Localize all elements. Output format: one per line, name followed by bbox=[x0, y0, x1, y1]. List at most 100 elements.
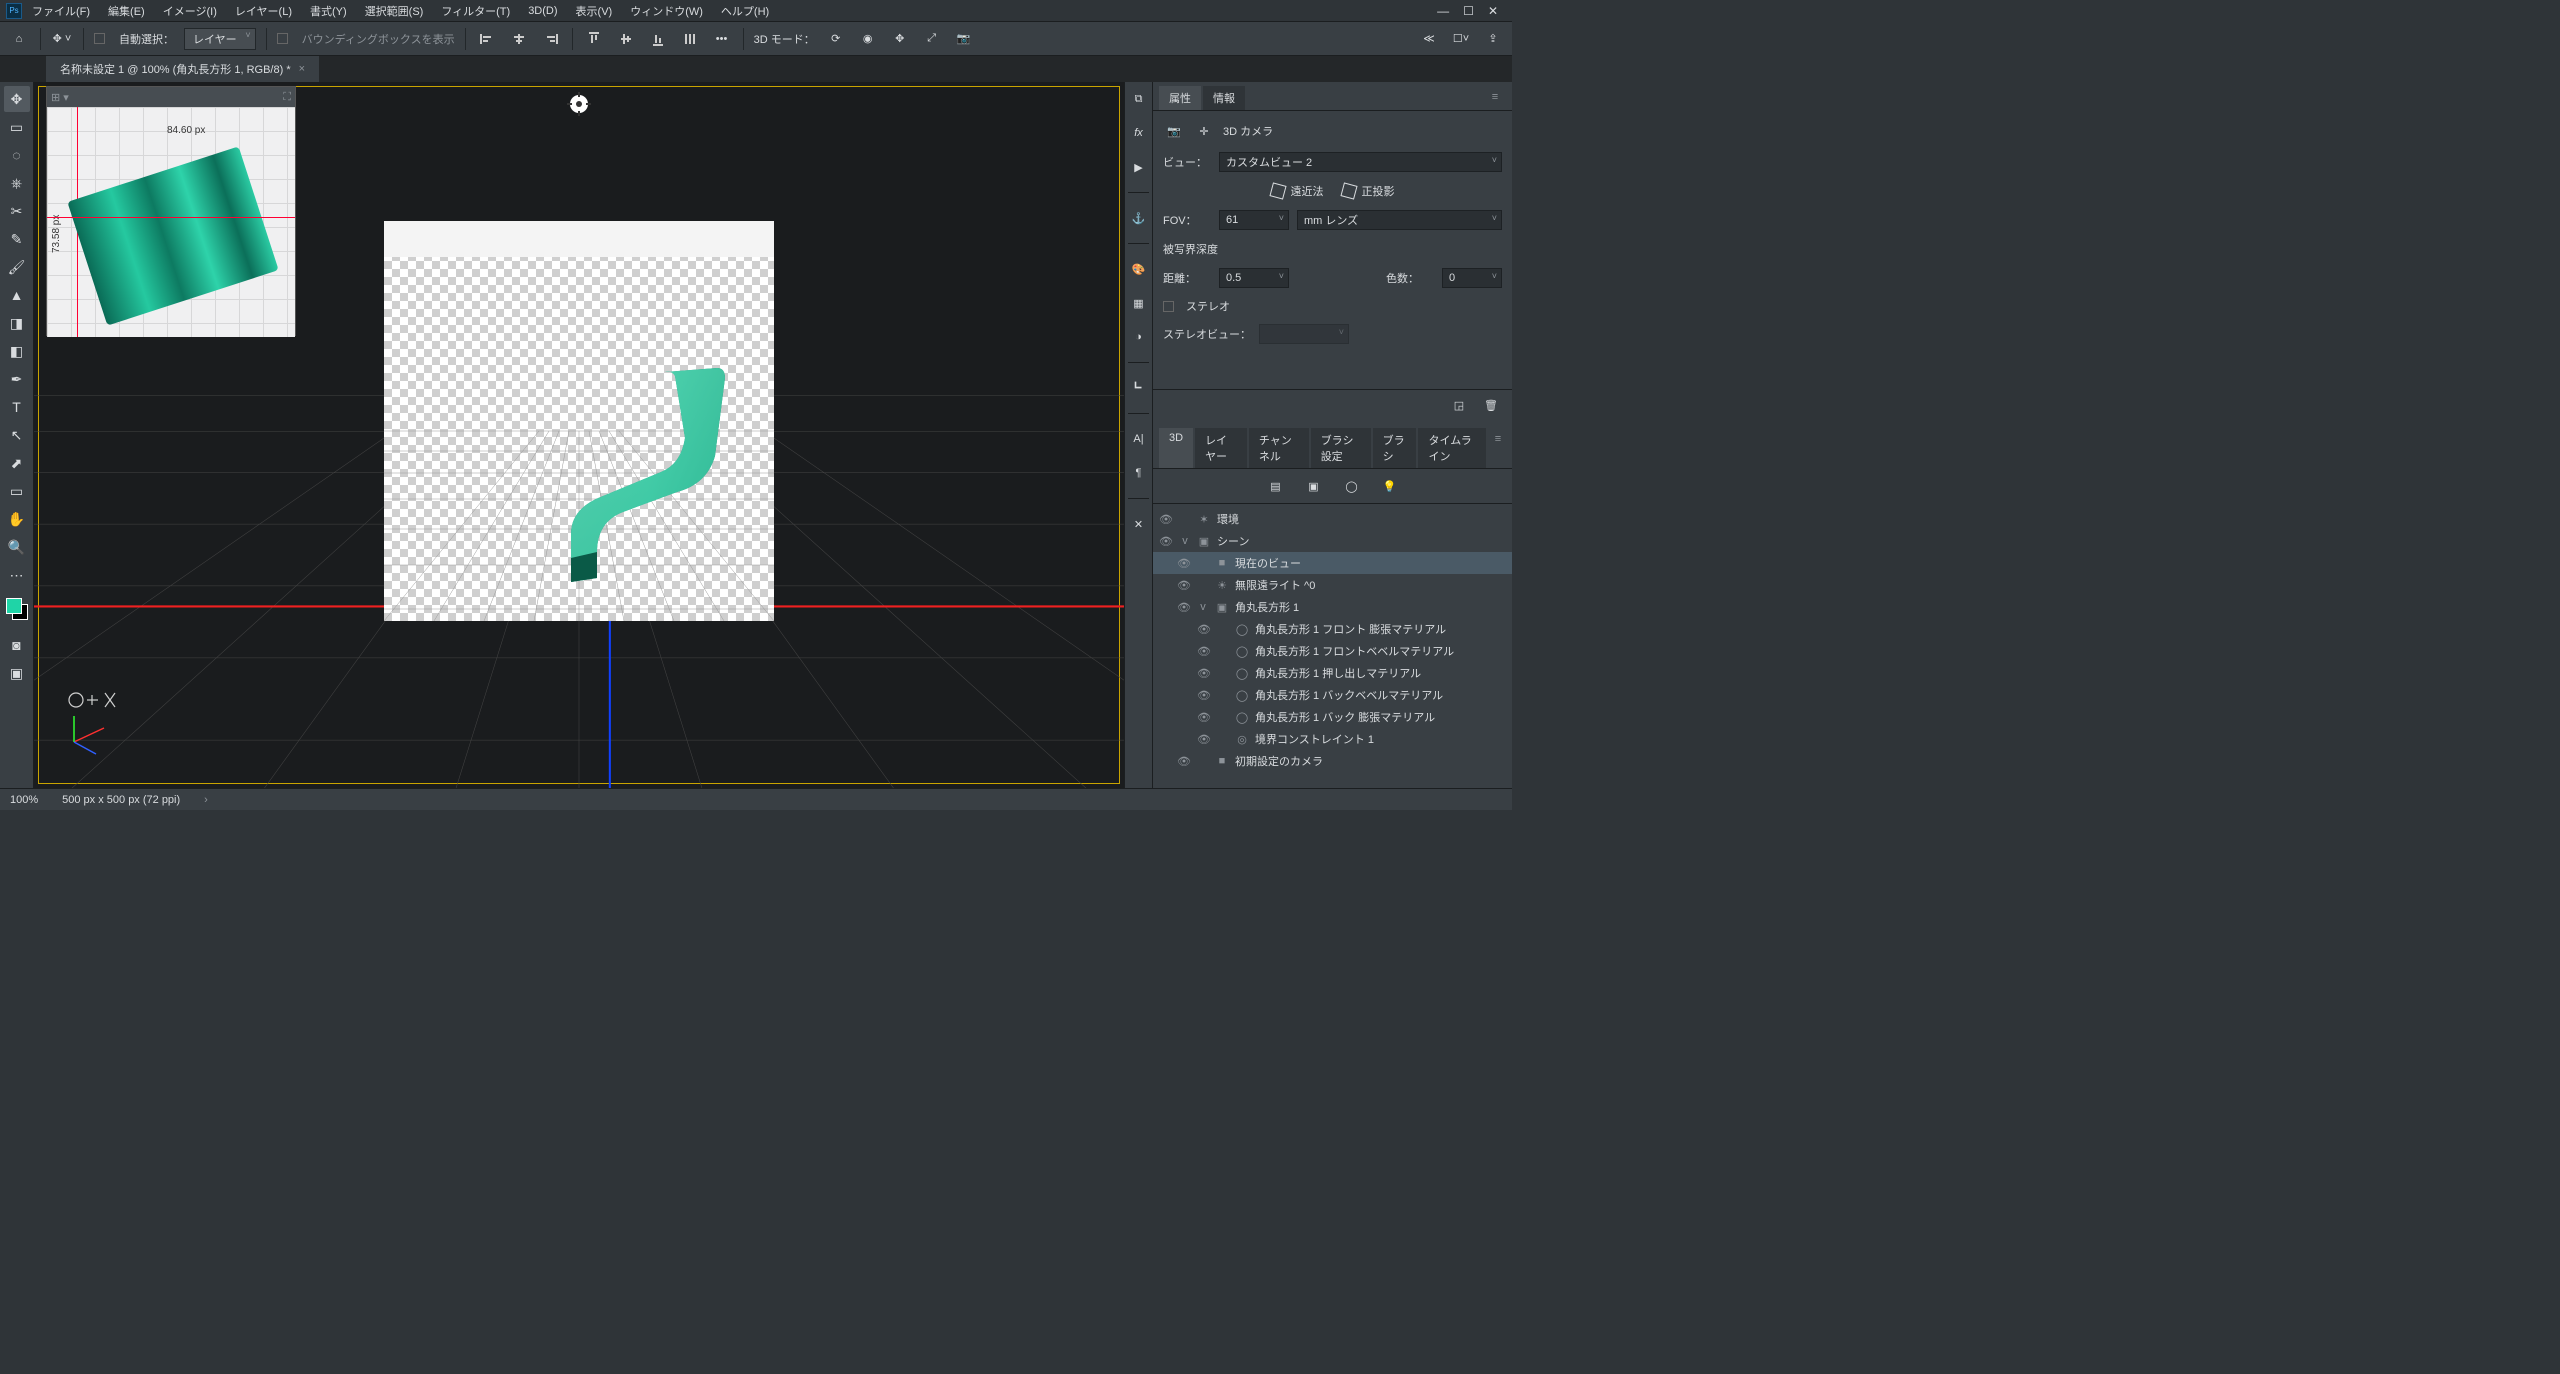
visibility-icon[interactable]: 👁 bbox=[1197, 623, 1211, 636]
align-left-icon[interactable] bbox=[476, 28, 498, 50]
strip-adjust-icon[interactable]: ◑ bbox=[1128, 326, 1150, 348]
show-bbox-checkbox[interactable] bbox=[277, 33, 288, 44]
strip-tools-icon[interactable]: ✕ bbox=[1128, 513, 1150, 535]
distribute-icon[interactable] bbox=[679, 28, 701, 50]
tree-item[interactable]: 👁◯角丸長方形 1 フロントベベルマテリアル bbox=[1153, 640, 1512, 662]
eraser-tool[interactable]: ◨ bbox=[4, 310, 30, 336]
panel-menu-icon[interactable]: ≡ bbox=[1484, 86, 1506, 108]
eyedropper-tool[interactable]: ✎ bbox=[4, 226, 30, 252]
color-swatch[interactable] bbox=[6, 598, 28, 620]
delete-icon[interactable]: 🗑 bbox=[1480, 394, 1502, 416]
strip-history-icon[interactable]: ⧉ bbox=[1128, 88, 1150, 110]
strip-actions-icon[interactable]: ▶ bbox=[1128, 156, 1150, 178]
align-right-icon[interactable] bbox=[540, 28, 562, 50]
camera-3d-icon[interactable]: 📷 bbox=[953, 28, 975, 50]
strip-patterns-icon[interactable]: ▦ bbox=[1128, 292, 1150, 314]
tree-item[interactable]: 👁☀無限遠ライト ^0 bbox=[1153, 574, 1512, 596]
filter-lights-icon[interactable]: 💡 bbox=[1379, 475, 1401, 497]
visibility-icon[interactable]: 👁 bbox=[1197, 667, 1211, 680]
tree-item[interactable]: 👁◯角丸長方形 1 フロント 膨張マテリアル bbox=[1153, 618, 1512, 640]
strip-anchor-icon[interactable]: ⚓ bbox=[1128, 207, 1150, 229]
nav-expand-icon[interactable]: ⛶ bbox=[283, 91, 291, 104]
reset-camera-icon[interactable]: ◲ bbox=[1448, 394, 1470, 416]
orthographic-toggle[interactable]: 正投影 bbox=[1342, 183, 1395, 199]
visibility-icon[interactable]: 👁 bbox=[1177, 579, 1191, 592]
perspective-toggle[interactable]: 遠近法 bbox=[1271, 183, 1324, 199]
zoom-tool[interactable]: 🔍 bbox=[4, 534, 30, 560]
axis-widget[interactable] bbox=[58, 688, 128, 758]
menu-edit[interactable]: 編集(E) bbox=[100, 1, 153, 21]
fov-input[interactable]: 61 bbox=[1219, 210, 1289, 230]
close-tab-icon[interactable]: × bbox=[299, 63, 305, 75]
more-options-icon[interactable]: ••• bbox=[711, 28, 733, 50]
twisty-icon[interactable]: v bbox=[1197, 601, 1209, 613]
close-button[interactable]: ✕ bbox=[1488, 4, 1498, 18]
lasso-tool[interactable]: ◌ bbox=[4, 142, 30, 168]
visibility-icon[interactable]: 👁 bbox=[1197, 733, 1211, 746]
tab-info[interactable]: 情報 bbox=[1203, 86, 1245, 110]
type-tool[interactable]: T bbox=[4, 394, 30, 420]
brush-tool[interactable]: 🖌 bbox=[4, 254, 30, 280]
twisty-icon[interactable]: v bbox=[1179, 535, 1191, 547]
visibility-icon[interactable]: 👁 bbox=[1197, 711, 1211, 724]
edit-toolbar[interactable]: ⋯ bbox=[4, 562, 30, 588]
tree-item[interactable]: 👁v▣シーン bbox=[1153, 530, 1512, 552]
menu-help[interactable]: ヘルプ(H) bbox=[713, 1, 777, 21]
marquee-tool[interactable]: ▭ bbox=[4, 114, 30, 140]
strip-swatches-icon[interactable]: 🎨 bbox=[1128, 258, 1150, 280]
tree-item[interactable]: 👁■現在のビュー bbox=[1153, 552, 1512, 574]
visibility-icon[interactable]: 👁 bbox=[1159, 513, 1173, 526]
move-tool-icon[interactable]: ✥ ˅ bbox=[51, 28, 73, 50]
hand-tool[interactable]: ✋ bbox=[4, 506, 30, 532]
visibility-icon[interactable]: 👁 bbox=[1197, 645, 1211, 658]
menu-view[interactable]: 表示(V) bbox=[568, 1, 621, 21]
shiki-input[interactable]: 0 bbox=[1442, 268, 1502, 288]
tree-item[interactable]: 👁◯角丸長方形 1 バックベベルマテリアル bbox=[1153, 684, 1512, 706]
visibility-icon[interactable]: 👁 bbox=[1177, 755, 1191, 768]
strip-fx-icon[interactable]: fx bbox=[1128, 122, 1150, 144]
minimize-button[interactable]: — bbox=[1437, 4, 1449, 18]
menu-layer[interactable]: レイヤー(L) bbox=[227, 1, 300, 21]
pen-tool[interactable]: ✒ bbox=[4, 366, 30, 392]
visibility-icon[interactable]: 👁 bbox=[1197, 689, 1211, 702]
tab-channels[interactable]: チャンネル bbox=[1249, 428, 1309, 468]
zoom-level[interactable]: 100% bbox=[10, 794, 38, 806]
tab-brush-preset[interactable]: ブラシ設定 bbox=[1311, 428, 1371, 468]
menu-type[interactable]: 書式(Y) bbox=[302, 1, 355, 21]
auto-select-checkbox[interactable] bbox=[94, 33, 105, 44]
menu-window[interactable]: ウィンドウ(W) bbox=[622, 1, 711, 21]
direct-select-tool[interactable]: ⬈ bbox=[4, 450, 30, 476]
panel3d-menu-icon[interactable]: ≡ bbox=[1490, 428, 1506, 450]
tree-item[interactable]: 👁■初期設定のカメラ bbox=[1153, 750, 1512, 772]
pan-3d-icon[interactable]: ✥ bbox=[889, 28, 911, 50]
stereo-checkbox[interactable] bbox=[1163, 301, 1174, 312]
tab-properties[interactable]: 属性 bbox=[1159, 86, 1201, 110]
filter-meshes-icon[interactable]: ▣ bbox=[1303, 475, 1325, 497]
tree-item[interactable]: 👁◯角丸長方形 1 押し出しマテリアル bbox=[1153, 662, 1512, 684]
path-select-tool[interactable]: ↖ bbox=[4, 422, 30, 448]
gradient-tool[interactable]: ◧ bbox=[4, 338, 30, 364]
canvas[interactable]: ⊞ ▾ ⛶ 84.60 px 73.58 px bbox=[34, 82, 1124, 788]
tab-brush[interactable]: ブラシ bbox=[1373, 428, 1417, 468]
shape-tool[interactable]: ▭ bbox=[4, 478, 30, 504]
workspace-icon[interactable]: ☐˅ bbox=[1450, 28, 1472, 50]
tree-item[interactable]: 👁◯角丸長方形 1 バック 膨張マテリアル bbox=[1153, 706, 1512, 728]
align-top-icon[interactable] bbox=[583, 28, 605, 50]
roll-3d-icon[interactable]: ◉ bbox=[857, 28, 879, 50]
tab-timeline[interactable]: タイムライン bbox=[1418, 428, 1486, 468]
navigator-panel[interactable]: ⊞ ▾ ⛶ 84.60 px 73.58 px bbox=[46, 86, 296, 336]
auto-select-mode[interactable]: レイヤー bbox=[184, 28, 256, 50]
align-hcenter-icon[interactable] bbox=[508, 28, 530, 50]
strip-char-panel-icon[interactable]: ┗╸ bbox=[1128, 377, 1150, 399]
home-icon[interactable]: ⌂ bbox=[8, 28, 30, 50]
tree-item[interactable]: 👁v▣角丸長方形 1 bbox=[1153, 596, 1512, 618]
quickmask-tool[interactable]: ◙ bbox=[4, 632, 30, 658]
filter-scene-icon[interactable]: ▤ bbox=[1265, 475, 1287, 497]
chair-3d-object[interactable] bbox=[557, 364, 727, 584]
tab-3d[interactable]: 3D bbox=[1159, 428, 1193, 468]
tree-item[interactable]: 👁✶環境 bbox=[1153, 508, 1512, 530]
strip-char-icon[interactable]: A| bbox=[1128, 428, 1150, 450]
menu-image[interactable]: イメージ(I) bbox=[155, 1, 225, 21]
crop-tool[interactable]: ✂ bbox=[4, 198, 30, 224]
visibility-icon[interactable]: 👁 bbox=[1177, 557, 1191, 570]
